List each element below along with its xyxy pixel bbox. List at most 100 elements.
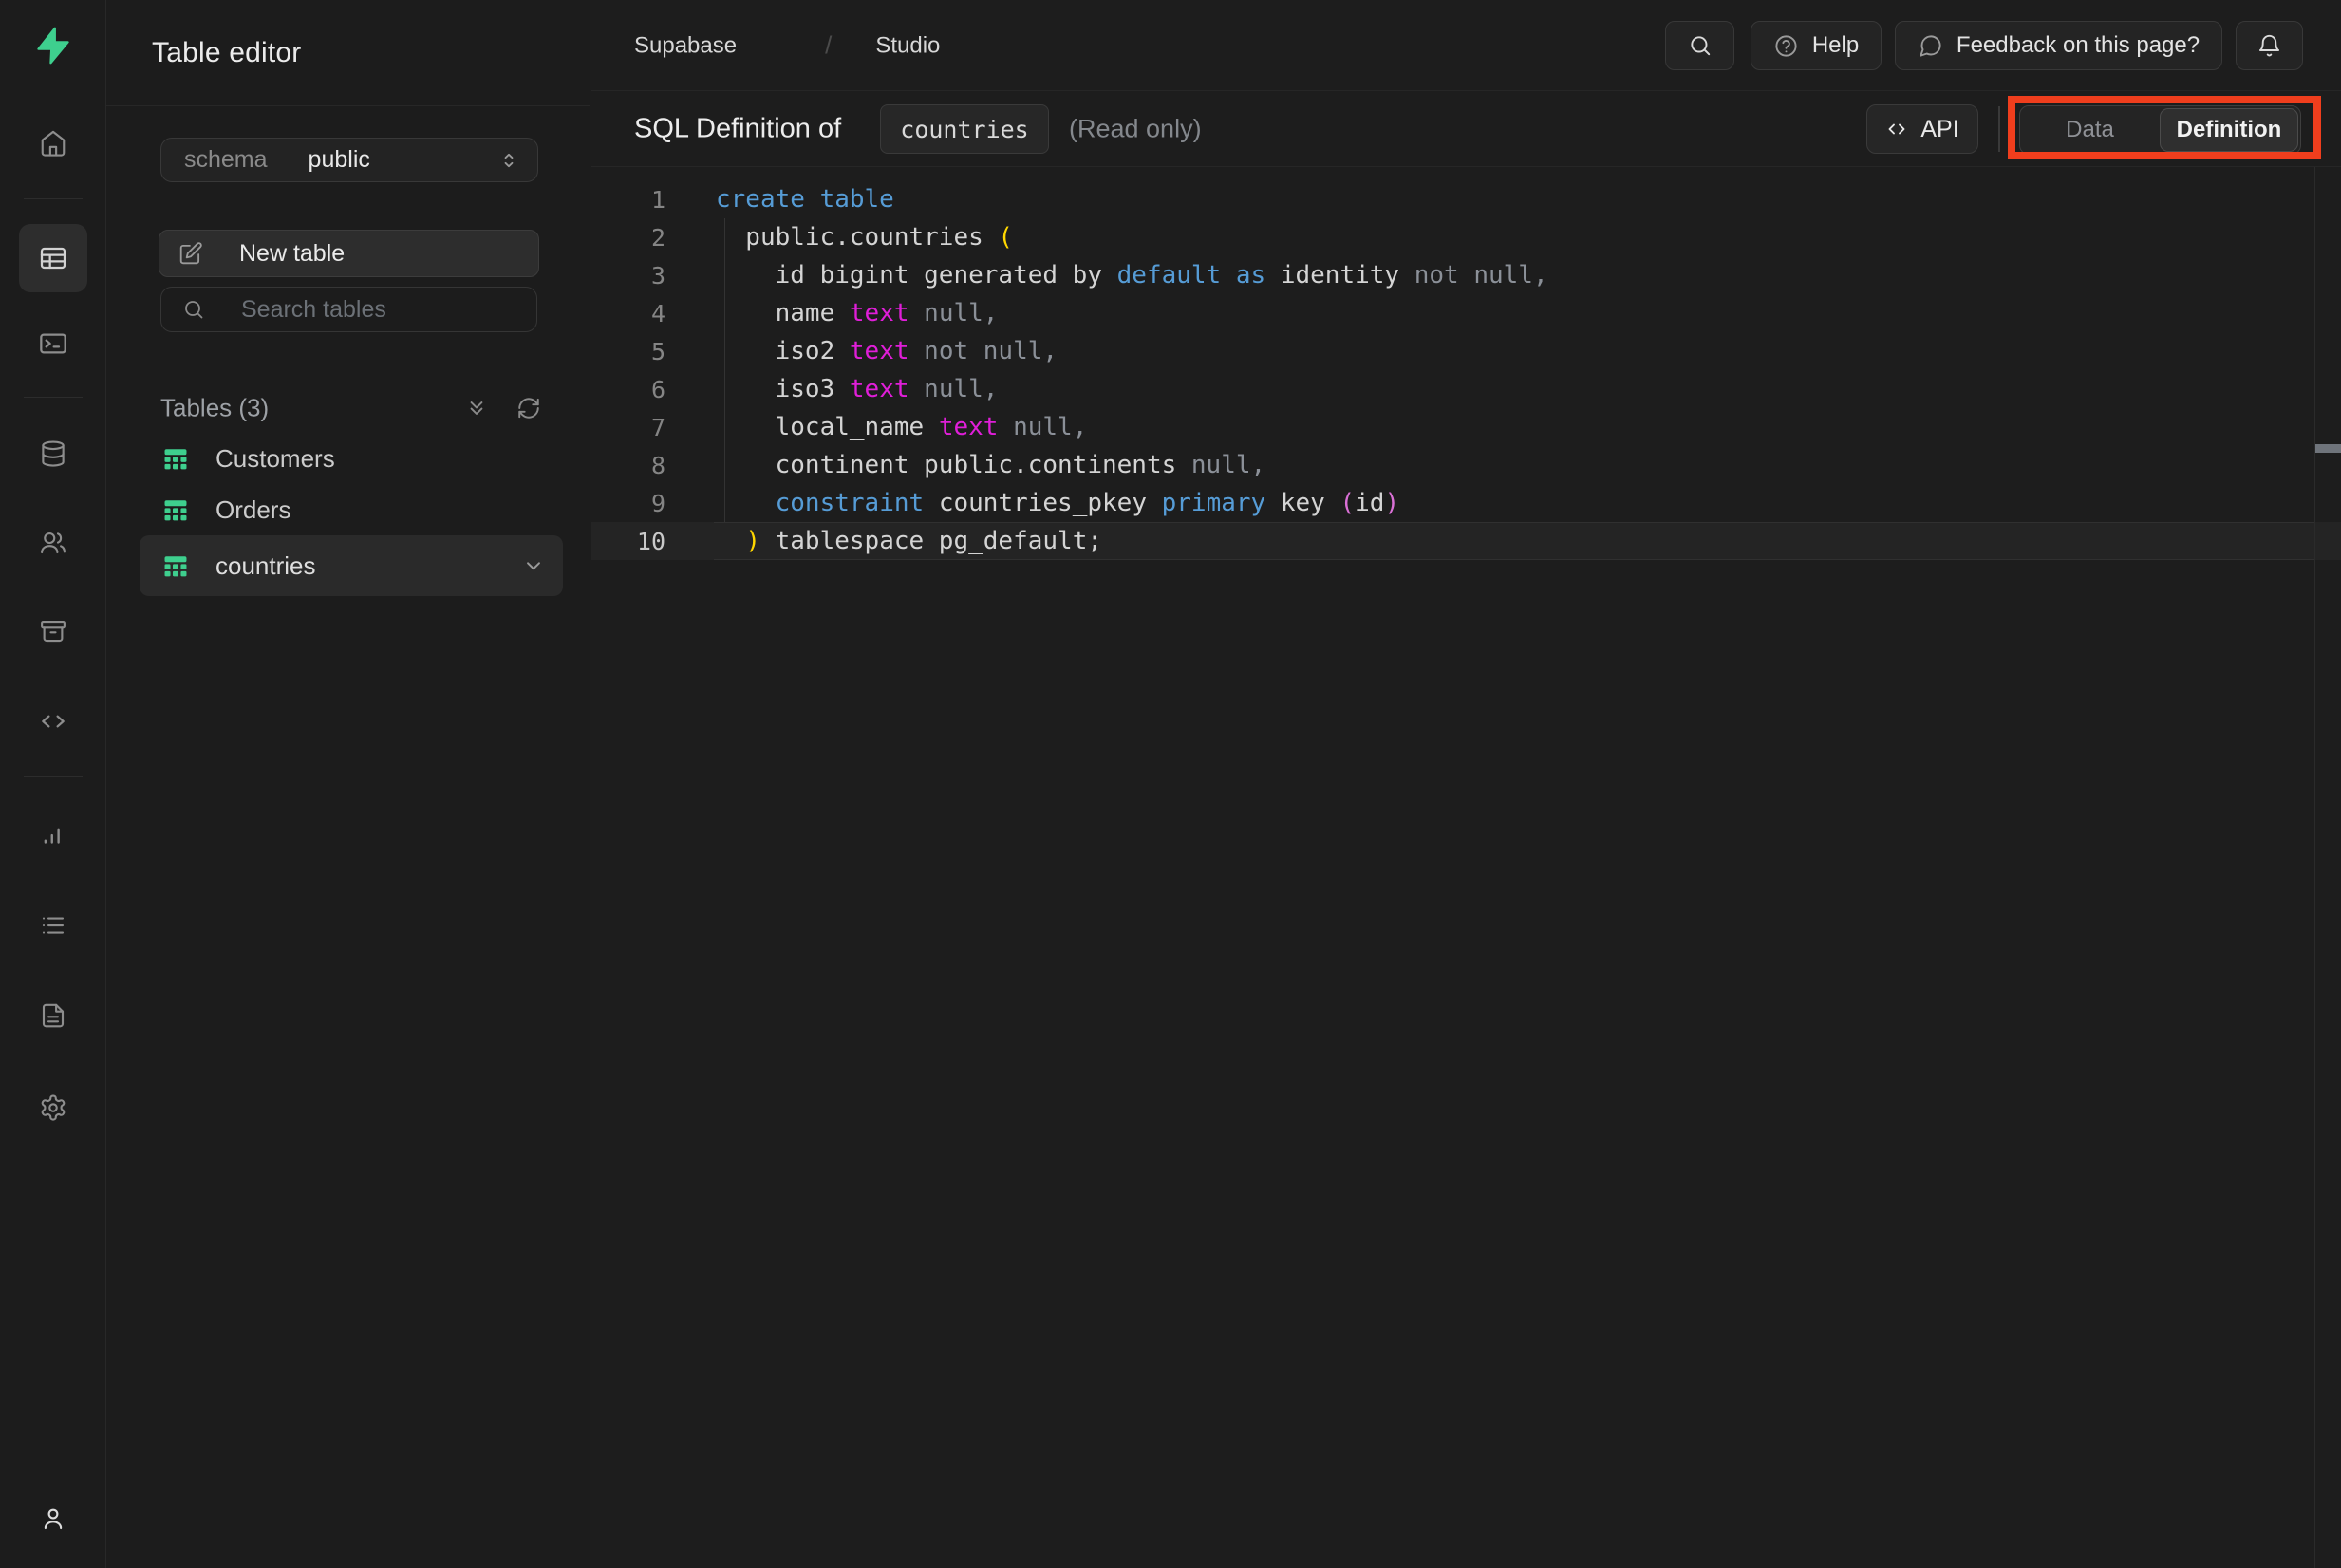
table-name: Customers	[215, 444, 335, 474]
table-editor-sidebar: Table editor schema public New table Tab…	[106, 0, 590, 1568]
schema-select[interactable]: schema public	[160, 138, 538, 182]
table-name: Orders	[215, 495, 290, 525]
rail-database[interactable]	[19, 420, 87, 488]
rail-storage[interactable]	[19, 597, 87, 665]
rail-logs[interactable]	[19, 891, 87, 960]
code-line-10: 10 ) tablespace pg_default;	[591, 522, 2341, 560]
breadcrumb-org[interactable]: Supabase	[634, 32, 737, 59]
chevron-up-down-icon	[497, 149, 520, 172]
search-tables-input[interactable]	[241, 296, 478, 324]
search-tables-box	[160, 287, 537, 332]
table-grid-icon	[161, 552, 190, 580]
code-line-7: 7 local_name text null,	[591, 408, 2341, 446]
help-circle-icon	[1773, 33, 1799, 59]
code-line-4: 4 name text null,	[591, 294, 2341, 332]
table-row-countries[interactable]: countries	[140, 535, 563, 596]
line-content: public.countries (	[716, 223, 1013, 252]
code-brackets-icon	[1885, 118, 1908, 140]
line-number: 5	[591, 338, 665, 365]
new-table-label: New table	[239, 240, 345, 268]
rail-table-editor[interactable]	[19, 224, 87, 292]
home-icon	[39, 129, 67, 158]
search-icon	[1688, 33, 1713, 58]
sql-definition-title: SQL Definition of	[634, 114, 841, 145]
rail-divider	[24, 198, 83, 199]
line-content: ) tablespace pg_default;	[716, 527, 1102, 555]
storage-icon	[39, 617, 67, 645]
new-table-button[interactable]: New table	[159, 230, 539, 277]
line-content: continent public.continents null,	[716, 451, 1265, 479]
line-number: 6	[591, 376, 665, 403]
line-content: name text null,	[716, 299, 998, 327]
line-number: 2	[591, 224, 665, 252]
notifications-button[interactable]	[2236, 21, 2303, 70]
feedback-button[interactable]: Feedback on this page?	[1895, 21, 2222, 70]
settings-gear-icon	[39, 1093, 67, 1122]
line-content: id bigint generated by default as identi…	[716, 261, 1548, 289]
refresh-icon[interactable]	[516, 396, 541, 420]
schema-select-label: schema	[184, 146, 268, 174]
sidebar-header: Table editor	[106, 0, 590, 106]
rail-authentication[interactable]	[19, 509, 87, 577]
line-number: 8	[591, 452, 665, 479]
api-button[interactable]: API	[1866, 104, 1978, 154]
table-grid-icon	[161, 445, 190, 473]
annotation-red-box	[2008, 96, 2321, 159]
code-line-5: 5 iso2 text not null,	[591, 332, 2341, 370]
rail-api[interactable]	[19, 687, 87, 756]
line-content: create table	[716, 185, 894, 214]
read-only-label: (Read only)	[1069, 115, 1202, 144]
help-button[interactable]: Help	[1751, 21, 1882, 70]
sql-editor[interactable]: 1create table2 public.countries (3 id bi…	[591, 167, 2341, 1568]
feedback-label: Feedback on this page?	[1957, 32, 2200, 59]
rail-divider	[24, 776, 83, 777]
breadcrumb: Supabase / Studio	[634, 31, 940, 61]
code-line-9: 9 constraint countries_pkey primary key …	[591, 484, 2341, 522]
api-label: API	[1920, 116, 1958, 143]
divider	[1998, 106, 2000, 152]
rail-settings[interactable]	[19, 1073, 87, 1142]
feedback-bubble-icon	[1918, 33, 1943, 59]
rail-docs[interactable]	[19, 981, 87, 1050]
breadcrumb-project[interactable]: Studio	[875, 32, 940, 59]
line-number: 10	[591, 528, 665, 555]
rail-divider	[24, 397, 83, 398]
auth-users-icon	[39, 529, 67, 557]
rail-account[interactable]	[19, 1484, 87, 1553]
api-code-icon	[38, 706, 68, 737]
sql-editor-icon	[38, 328, 68, 359]
table-editor-icon	[38, 243, 68, 273]
edit-pencil-icon	[178, 241, 203, 266]
supabase-studio-app: Table editor schema public New table Tab…	[0, 0, 2341, 1568]
line-content: iso3 text null,	[716, 375, 998, 403]
scrollbar-track[interactable]	[2314, 167, 2315, 1568]
collapse-all-chevrons-icon[interactable]	[464, 396, 489, 420]
rail-reports[interactable]	[19, 801, 87, 869]
tables-section-header: Tables (3)	[106, 383, 590, 433]
code-line-3: 3 id bigint generated by default as iden…	[591, 256, 2341, 294]
code-line-2: 2 public.countries (	[591, 218, 2341, 256]
tables-count-label: Tables (3)	[160, 394, 269, 423]
schema-select-value: public	[309, 146, 370, 174]
table-row-customers[interactable]: Customers	[140, 433, 563, 484]
chevron-down-icon[interactable]	[521, 553, 546, 578]
line-content: constraint countries_pkey primary key (i…	[716, 489, 1399, 517]
table-name: countries	[215, 551, 316, 581]
rail-home[interactable]	[19, 109, 87, 177]
line-content: iso2 text not null,	[716, 337, 1058, 365]
scrollbar-marker	[2315, 444, 2341, 453]
search-icon	[182, 298, 205, 321]
code-line-6: 6 iso3 text null,	[591, 370, 2341, 408]
code-line-1: 1create table	[591, 180, 2341, 218]
logs-icon	[39, 911, 67, 940]
supabase-logo[interactable]	[32, 25, 74, 66]
global-search-button[interactable]	[1665, 21, 1734, 70]
table-grid-icon	[161, 496, 190, 524]
rail-sql-editor[interactable]	[19, 309, 87, 378]
topbar: Supabase / Studio Help Feedback on thi	[591, 0, 2341, 91]
account-user-icon	[39, 1504, 67, 1533]
table-name-chip: countries	[880, 104, 1049, 154]
table-row-orders[interactable]: Orders	[140, 484, 563, 535]
database-icon	[39, 439, 67, 468]
code-line-8: 8 continent public.continents null,	[591, 446, 2341, 484]
